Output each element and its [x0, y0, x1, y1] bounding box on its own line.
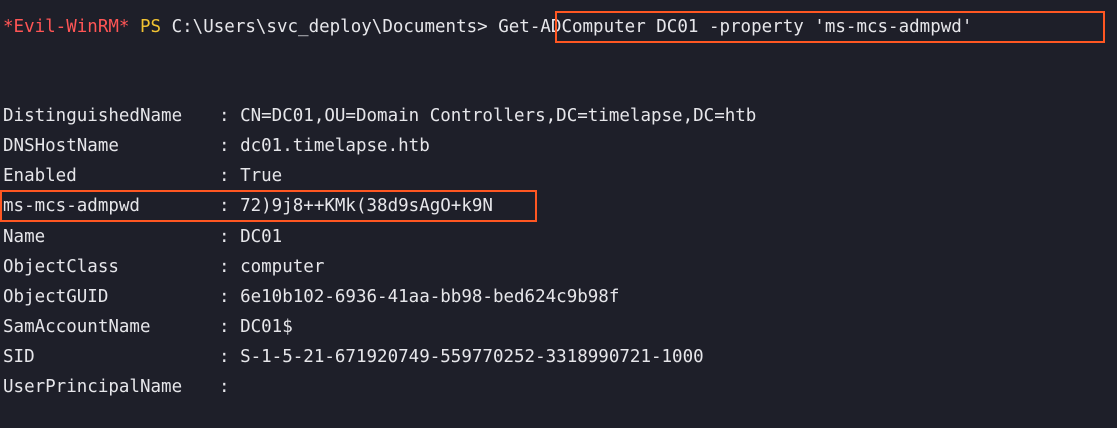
property-row: DistinguishedName: CN=DC01,OU=Domain Con…	[3, 102, 756, 130]
property-row: Name: DC01	[3, 223, 282, 251]
property-row: UserPrincipalName:	[3, 373, 240, 401]
property-separator: :	[219, 347, 241, 367]
prompt-path: C:\Users\svc_deploy\Documents>	[171, 17, 488, 37]
property-key: ObjectClass	[3, 257, 119, 277]
property-row: ObjectClass: computer	[3, 253, 324, 281]
property-separator: :	[219, 136, 241, 156]
prompt-line: *Evil-WinRM* PS C:\Users\svc_deploy\Docu…	[3, 13, 972, 41]
prompt-ps: PS	[139, 17, 162, 37]
property-value: DC01$	[240, 317, 293, 337]
property-key: SID	[3, 347, 35, 367]
property-value: CN=DC01,OU=Domain Controllers,DC=timelap…	[240, 106, 757, 126]
property-row-admpwd: ms-mcs-admpwd: 72)9j8++KMk(38d9sAgO+k9N	[3, 192, 493, 220]
property-row: DNSHostName: dc01.timelapse.htb	[3, 132, 430, 160]
property-separator: :	[219, 196, 241, 216]
property-key: ObjectGUID	[3, 287, 109, 307]
property-key: UserPrincipalName	[3, 377, 183, 397]
property-value: S-1-5-21-671920749-559770252-3318990721-…	[240, 347, 704, 367]
property-separator: :	[219, 287, 241, 307]
property-value-password: 72)9j8++KMk(38d9sAgO+k9N	[240, 196, 493, 216]
property-value: 6e10b102-6936-41aa-bb98-bed624c9b98f	[240, 287, 620, 307]
property-key: DistinguishedName	[3, 106, 183, 126]
property-separator: :	[219, 317, 241, 337]
property-separator: :	[219, 227, 241, 247]
property-value: True	[240, 166, 283, 186]
property-separator: :	[219, 166, 241, 186]
prompt-evil-winrm: *Evil-WinRM*	[3, 17, 130, 37]
property-row: SID: S-1-5-21-671920749-559770252-331899…	[3, 343, 704, 371]
property-value: computer	[240, 257, 325, 277]
property-key: SamAccountName	[3, 317, 151, 337]
terminal-window[interactable]: *Evil-WinRM* PS C:\Users\svc_deploy\Docu…	[0, 0, 1117, 428]
property-key: DNSHostName	[3, 136, 119, 156]
property-row: SamAccountName: DC01$	[3, 313, 293, 341]
property-key: ms-mcs-admpwd	[3, 196, 140, 216]
property-key: Name	[3, 227, 46, 247]
property-separator: :	[219, 377, 241, 397]
property-row: Enabled: True	[3, 162, 282, 190]
property-key: Enabled	[3, 166, 77, 186]
property-row: ObjectGUID: 6e10b102-6936-41aa-bb98-bed6…	[3, 283, 619, 311]
property-value: dc01.timelapse.htb	[240, 136, 430, 156]
property-separator: :	[219, 106, 241, 126]
property-value: DC01	[240, 227, 283, 247]
property-separator: :	[219, 257, 241, 277]
command-text: Get-ADComputer DC01 -property 'ms-mcs-ad…	[498, 17, 973, 37]
